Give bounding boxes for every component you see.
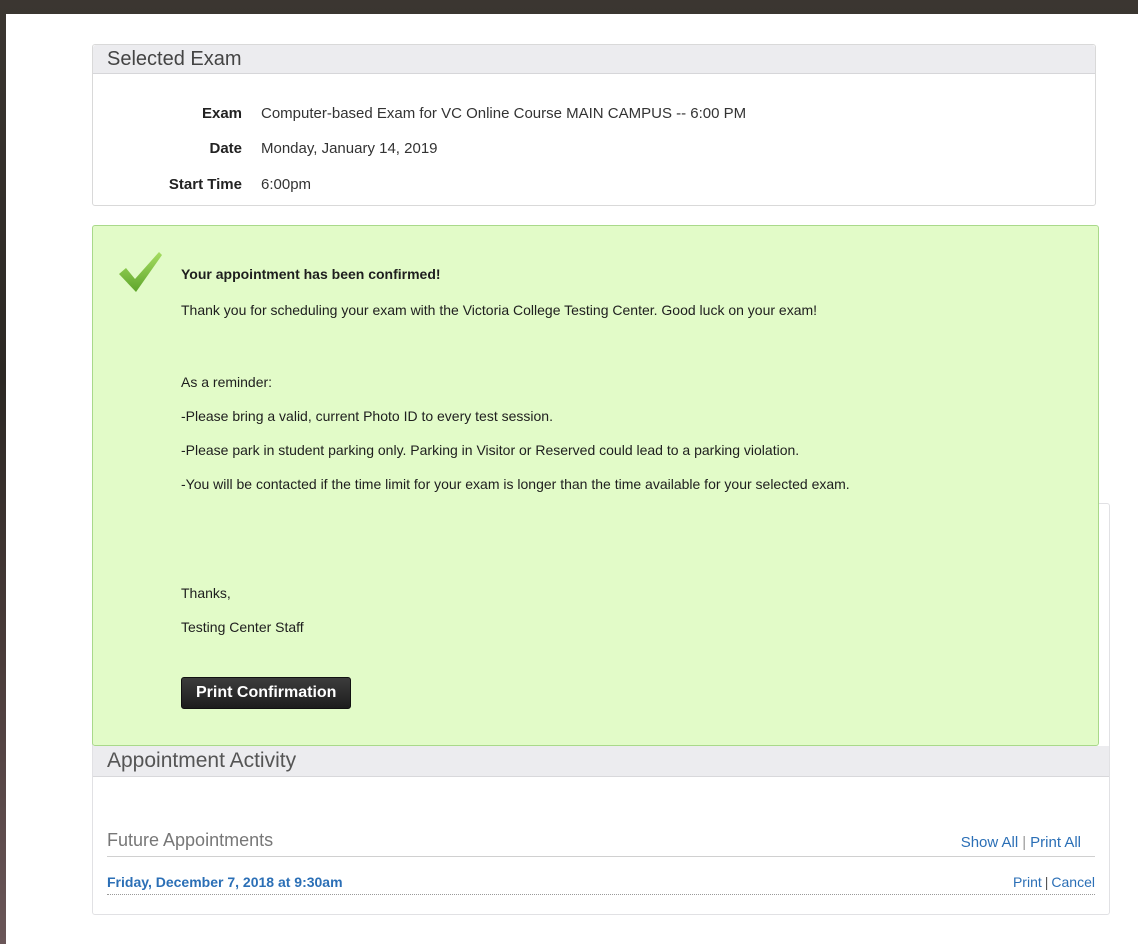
reminder-intro: As a reminder:	[181, 374, 273, 390]
thank-you-text: Thank you for scheduling your exam with …	[181, 302, 818, 318]
confirmation-message-box: Your appointment has been confirmed! Tha…	[92, 225, 1099, 746]
action-separator: |	[1044, 874, 1049, 890]
print-confirmation-button[interactable]: Print Confirmation	[181, 677, 352, 709]
appointment-print-link[interactable]: Print	[1013, 874, 1042, 890]
closing-text: Thanks,	[181, 585, 231, 601]
date-value: Monday, January 14, 2019	[261, 140, 438, 157]
confirmation-heading: Your appointment has been confirmed!	[181, 266, 441, 282]
signature-text: Testing Center Staff	[181, 619, 304, 635]
future-appointments-divider	[107, 856, 1095, 857]
selected-exam-panel: Selected Exam Exam Computer-based Exam f…	[92, 44, 1096, 206]
appointment-cancel-link[interactable]: Cancel	[1051, 874, 1095, 890]
appointment-actions: Print | Cancel	[1013, 874, 1095, 890]
print-all-link[interactable]: Print All	[1030, 834, 1081, 851]
start-time-label: Start Time	[168, 176, 242, 193]
checkmark-icon	[119, 252, 162, 292]
appointment-date-link[interactable]: Friday, December 7, 2018 at 9:30am	[107, 874, 343, 890]
link-separator: |	[1022, 834, 1027, 851]
appointment-activity-header: Appointment Activity	[93, 746, 1109, 777]
appointment-activity-title: Appointment Activity	[107, 749, 297, 772]
date-label: Date	[209, 140, 242, 157]
reminder-item: -You will be contacted if the time limit…	[181, 476, 850, 492]
start-time-value: 6:00pm	[261, 176, 312, 193]
selected-exam-title: Selected Exam	[93, 45, 1095, 74]
reminder-item: -Please bring a valid, current Photo ID …	[181, 408, 553, 424]
show-all-link[interactable]: Show All	[961, 834, 1019, 851]
reminder-item: -Please park in student parking only. Pa…	[181, 442, 800, 458]
future-appointments-links: Show All | Print All	[961, 834, 1081, 851]
appointment-row: Friday, December 7, 2018 at 9:30am Print…	[107, 872, 1095, 895]
exam-value: Computer-based Exam for VC Online Course…	[261, 105, 747, 122]
future-appointments-title: Future Appointments	[107, 830, 274, 850]
exam-label: Exam	[201, 105, 242, 122]
